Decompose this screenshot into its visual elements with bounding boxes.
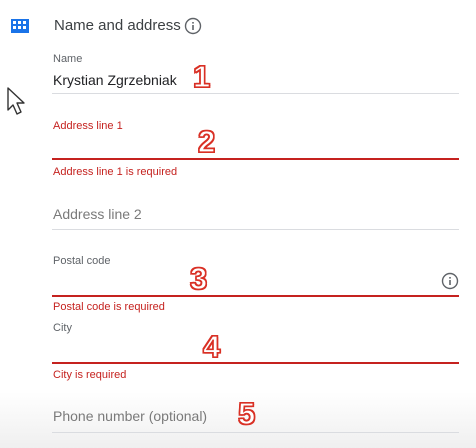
postal-info-icon[interactable] <box>441 272 459 290</box>
address-line1-underline <box>52 158 459 160</box>
address-line2-placeholder: Address line 2 <box>53 206 142 222</box>
address-line2-underline <box>52 229 459 230</box>
annotation-3: 3 <box>189 261 208 296</box>
name-field[interactable]: Name Krystian Zgrzebniak <box>52 52 459 96</box>
phone-placeholder: Phone number (optional) <box>53 408 208 424</box>
city-field[interactable]: City <box>52 320 459 362</box>
info-icon[interactable] <box>184 17 202 35</box>
postal-code-label: Postal code <box>53 255 111 267</box>
city-label: City <box>53 322 72 334</box>
annotation-1: 1 <box>192 59 211 94</box>
section-title: Name and address <box>54 17 181 34</box>
annotation-5: 5 <box>237 396 256 431</box>
mouse-pointer-icon <box>7 87 25 115</box>
city-underline <box>52 362 459 364</box>
building-icon <box>11 19 29 33</box>
postal-code-error: Postal code is required <box>53 301 165 313</box>
phone-underline <box>52 432 459 433</box>
postal-code-field[interactable]: Postal code <box>52 253 459 295</box>
address-line1-label: Address line 1 <box>53 120 123 132</box>
address-line1-field[interactable]: Address line 1 <box>52 118 459 160</box>
postal-code-underline <box>52 295 459 297</box>
name-label: Name <box>53 53 83 65</box>
annotation-2: 2 <box>197 124 216 159</box>
name-value: Krystian Zgrzebniak <box>53 72 177 88</box>
phone-field[interactable]: Phone number (optional) <box>52 400 459 430</box>
annotation-4: 4 <box>202 329 221 364</box>
address-line1-error: Address line 1 is required <box>53 166 178 178</box>
city-error: City is required <box>53 369 127 381</box>
name-underline <box>52 93 459 94</box>
address-line2-field[interactable]: Address line 2 <box>52 198 459 228</box>
